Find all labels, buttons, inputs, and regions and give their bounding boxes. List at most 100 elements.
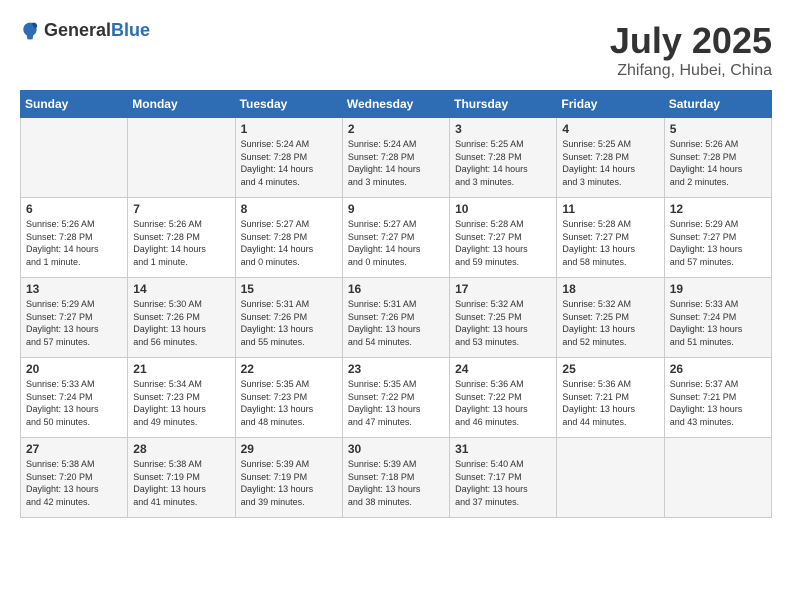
day-info: Sunrise: 5:25 AM Sunset: 7:28 PM Dayligh…	[455, 138, 551, 188]
day-number: 12	[670, 202, 766, 216]
day-info: Sunrise: 5:31 AM Sunset: 7:26 PM Dayligh…	[241, 298, 337, 348]
calendar-cell: 24Sunrise: 5:36 AM Sunset: 7:22 PM Dayli…	[450, 358, 557, 438]
calendar-week-row: 6Sunrise: 5:26 AM Sunset: 7:28 PM Daylig…	[21, 198, 772, 278]
day-number: 5	[670, 122, 766, 136]
day-number: 28	[133, 442, 229, 456]
day-number: 22	[241, 362, 337, 376]
day-info: Sunrise: 5:37 AM Sunset: 7:21 PM Dayligh…	[670, 378, 766, 428]
calendar-cell: 29 Sunrise: 5:39 AM Sunset: 7:19 PM Dayli…	[235, 438, 342, 518]
calendar-week-row: 1 Sunrise: 5:24 AM Sunset: 7:28 PM Daylig…	[21, 118, 772, 198]
calendar-cell: 8 Sunrise: 5:27 AM Sunset: 7:28 PM Daylig…	[235, 198, 342, 278]
header: GeneralBlue July 2025 Zhifang, Hubei, Ch…	[20, 20, 772, 80]
day-info: Sunrise: 5:32 AM Sunset: 7:25 PM Dayligh…	[562, 298, 658, 348]
calendar-cell: 16 Sunrise: 5:31 AM Sunset: 7:26 PM Dayli…	[342, 278, 449, 358]
day-number: 29	[241, 442, 337, 456]
calendar-cell: 28 Sunrise: 5:38 AM Sunset: 7:19 PM Dayli…	[128, 438, 235, 518]
calendar-week-row: 27Sunrise: 5:38 AM Sunset: 7:20 PM Dayli…	[21, 438, 772, 518]
calendar-cell: 25 Sunrise: 5:36 AM Sunset: 7:21 PM Dayli…	[557, 358, 664, 438]
calendar-week-row: 20 Sunrise: 5:33 AM Sunset: 7:24 PM Dayli…	[21, 358, 772, 438]
day-number: 13	[26, 282, 122, 296]
day-number: 26	[670, 362, 766, 376]
day-info: Sunrise: 5:29 AM Sunset: 7:27 PM Dayligh…	[26, 298, 122, 348]
calendar-cell: 3 Sunrise: 5:25 AM Sunset: 7:28 PM Daylig…	[450, 118, 557, 198]
calendar-cell: 27Sunrise: 5:38 AM Sunset: 7:20 PM Dayli…	[21, 438, 128, 518]
day-info: Sunrise: 5:29 AM Sunset: 7:27 PM Dayligh…	[670, 218, 766, 268]
day-info: Sunrise: 5:24 AM Sunset: 7:28 PM Dayligh…	[241, 138, 337, 188]
day-info: Sunrise: 5:33 AM Sunset: 7:24 PM Dayligh…	[670, 298, 766, 348]
day-info: Sunrise: 5:38 AM Sunset: 7:19 PM Dayligh…	[133, 458, 229, 508]
day-number: 9	[348, 202, 444, 216]
day-number: 14	[133, 282, 229, 296]
calendar-week-row: 13 Sunrise: 5:29 AM Sunset: 7:27 PM Dayli…	[21, 278, 772, 358]
day-info: Sunrise: 5:24 AM Sunset: 7:28 PM Dayligh…	[348, 138, 444, 188]
logo-text: GeneralBlue	[44, 20, 150, 41]
day-info: Sunrise: 5:36 AM Sunset: 7:22 PM Dayligh…	[455, 378, 551, 428]
calendar-cell: 22 Sunrise: 5:35 AM Sunset: 7:23 PM Dayli…	[235, 358, 342, 438]
day-number: 30	[348, 442, 444, 456]
day-number: 3	[455, 122, 551, 136]
day-number: 15	[241, 282, 337, 296]
day-info: Sunrise: 5:38 AM Sunset: 7:20 PM Dayligh…	[26, 458, 122, 508]
day-info: Sunrise: 5:39 AM Sunset: 7:18 PM Dayligh…	[348, 458, 444, 508]
day-info: Sunrise: 5:35 AM Sunset: 7:23 PM Dayligh…	[241, 378, 337, 428]
calendar-cell: 31Sunrise: 5:40 AM Sunset: 7:17 PM Dayli…	[450, 438, 557, 518]
logo-icon	[20, 21, 40, 41]
day-info: Sunrise: 5:31 AM Sunset: 7:26 PM Dayligh…	[348, 298, 444, 348]
calendar-cell: 21Sunrise: 5:34 AM Sunset: 7:23 PM Dayli…	[128, 358, 235, 438]
day-info: Sunrise: 5:33 AM Sunset: 7:24 PM Dayligh…	[26, 378, 122, 428]
day-info: Sunrise: 5:32 AM Sunset: 7:25 PM Dayligh…	[455, 298, 551, 348]
calendar-cell: 2 Sunrise: 5:24 AM Sunset: 7:28 PM Daylig…	[342, 118, 449, 198]
weekday-header-thursday: Thursday	[450, 91, 557, 118]
day-info: Sunrise: 5:36 AM Sunset: 7:21 PM Dayligh…	[562, 378, 658, 428]
day-number: 2	[348, 122, 444, 136]
day-number: 8	[241, 202, 337, 216]
calendar-cell: 20 Sunrise: 5:33 AM Sunset: 7:24 PM Dayli…	[21, 358, 128, 438]
day-info: Sunrise: 5:28 AM Sunset: 7:27 PM Dayligh…	[455, 218, 551, 268]
weekday-header-sunday: Sunday	[21, 91, 128, 118]
calendar-cell: 12 Sunrise: 5:29 AM Sunset: 7:27 PM Dayli…	[664, 198, 771, 278]
title-area: July 2025 Zhifang, Hubei, China	[610, 20, 772, 80]
calendar-cell: 9 Sunrise: 5:27 AM Sunset: 7:27 PM Daylig…	[342, 198, 449, 278]
calendar-cell: 10 Sunrise: 5:28 AM Sunset: 7:27 PM Dayli…	[450, 198, 557, 278]
day-info: Sunrise: 5:25 AM Sunset: 7:28 PM Dayligh…	[562, 138, 658, 188]
day-number: 17	[455, 282, 551, 296]
day-number: 16	[348, 282, 444, 296]
calendar-cell: 1 Sunrise: 5:24 AM Sunset: 7:28 PM Daylig…	[235, 118, 342, 198]
weekday-header-monday: Monday	[128, 91, 235, 118]
location-subtitle: Zhifang, Hubei, China	[610, 62, 772, 80]
day-number: 11	[562, 202, 658, 216]
day-info: Sunrise: 5:27 AM Sunset: 7:27 PM Dayligh…	[348, 218, 444, 268]
calendar-cell	[557, 438, 664, 518]
calendar-cell	[664, 438, 771, 518]
calendar-cell: 15 Sunrise: 5:31 AM Sunset: 7:26 PM Dayli…	[235, 278, 342, 358]
calendar-cell: 23Sunrise: 5:35 AM Sunset: 7:22 PM Dayli…	[342, 358, 449, 438]
day-info: Sunrise: 5:30 AM Sunset: 7:26 PM Dayligh…	[133, 298, 229, 348]
calendar-cell: 13 Sunrise: 5:29 AM Sunset: 7:27 PM Dayli…	[21, 278, 128, 358]
day-info: Sunrise: 5:35 AM Sunset: 7:22 PM Dayligh…	[348, 378, 444, 428]
calendar-cell: 7Sunrise: 5:26 AM Sunset: 7:28 PM Daylig…	[128, 198, 235, 278]
day-info: Sunrise: 5:27 AM Sunset: 7:28 PM Dayligh…	[241, 218, 337, 268]
logo: GeneralBlue	[20, 20, 150, 41]
day-number: 20	[26, 362, 122, 376]
day-info: Sunrise: 5:40 AM Sunset: 7:17 PM Dayligh…	[455, 458, 551, 508]
day-number: 18	[562, 282, 658, 296]
weekday-header-tuesday: Tuesday	[235, 91, 342, 118]
calendar-cell: 11Sunrise: 5:28 AM Sunset: 7:27 PM Dayli…	[557, 198, 664, 278]
day-number: 10	[455, 202, 551, 216]
day-number: 1	[241, 122, 337, 136]
calendar-cell: 5Sunrise: 5:26 AM Sunset: 7:28 PM Daylig…	[664, 118, 771, 198]
day-info: Sunrise: 5:26 AM Sunset: 7:28 PM Dayligh…	[26, 218, 122, 268]
calendar-cell: 19 Sunrise: 5:33 AM Sunset: 7:24 PM Dayli…	[664, 278, 771, 358]
day-info: Sunrise: 5:39 AM Sunset: 7:19 PM Dayligh…	[241, 458, 337, 508]
calendar-cell: 26 Sunrise: 5:37 AM Sunset: 7:21 PM Dayli…	[664, 358, 771, 438]
calendar-cell: 17 Sunrise: 5:32 AM Sunset: 7:25 PM Dayli…	[450, 278, 557, 358]
day-number: 19	[670, 282, 766, 296]
day-number: 25	[562, 362, 658, 376]
calendar-cell: 30 Sunrise: 5:39 AM Sunset: 7:18 PM Dayli…	[342, 438, 449, 518]
calendar-cell: 18 Sunrise: 5:32 AM Sunset: 7:25 PM Dayli…	[557, 278, 664, 358]
calendar-cell: 4 Sunrise: 5:25 AM Sunset: 7:28 PM Daylig…	[557, 118, 664, 198]
day-number: 4	[562, 122, 658, 136]
day-number: 7	[133, 202, 229, 216]
day-number: 21	[133, 362, 229, 376]
weekday-header-wednesday: Wednesday	[342, 91, 449, 118]
